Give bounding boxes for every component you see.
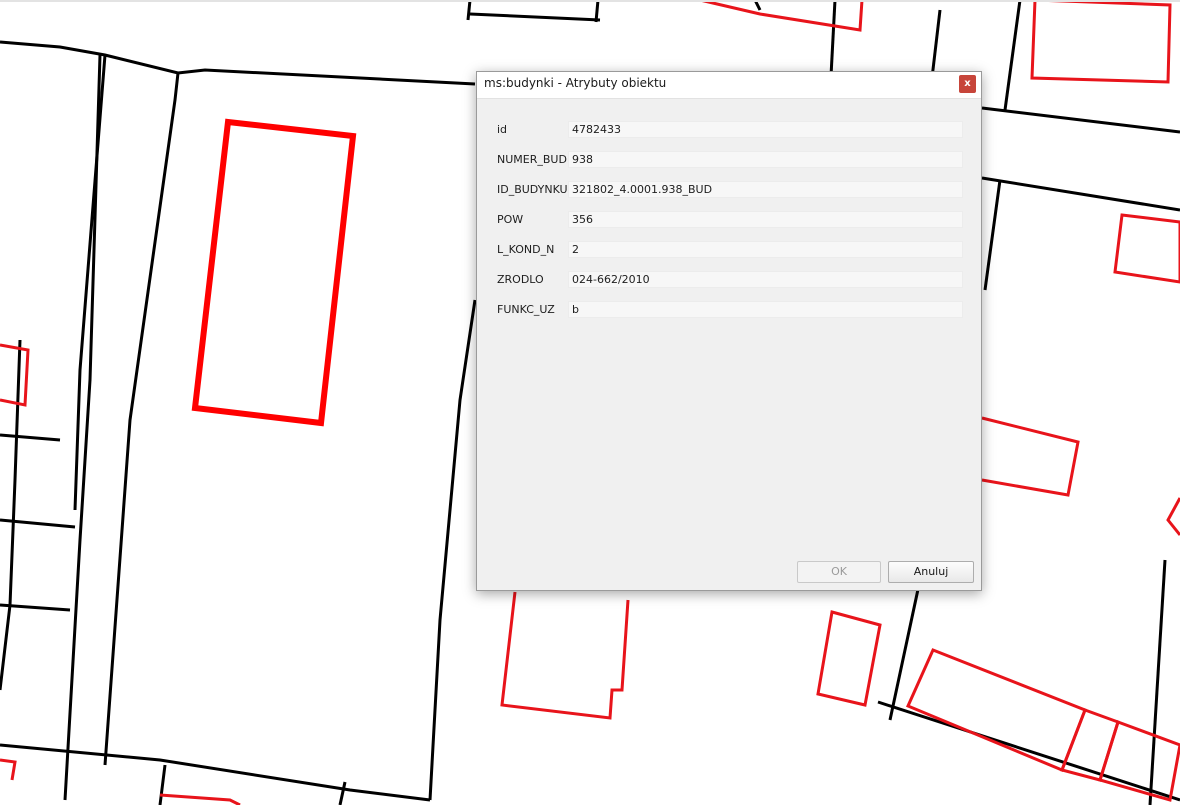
parcel-line: [428, 299, 477, 801]
building-outline: [159, 793, 241, 805]
parcel-line: [338, 781, 347, 805]
attribute-label: POW: [497, 213, 524, 226]
building-outline: [0, 758, 17, 781]
attribute-label: ID_BUDYNKU: [497, 183, 568, 196]
attribute-value-field[interactable]: 024-662/2010: [568, 271, 963, 288]
parcel-line: [888, 579, 922, 721]
attribute-value-field[interactable]: 2: [568, 241, 963, 258]
parcel-line: [0, 433, 61, 442]
attribute-value-field[interactable]: 321802_4.0001.938_BUD: [568, 181, 963, 198]
building-outline: [500, 591, 630, 720]
building-outline: [1030, 0, 1172, 84]
parcel-line: [981, 106, 1180, 134]
parcel-line: [158, 764, 167, 805]
attribute-row-funkc-uz: FUNKC_UZ b: [497, 301, 963, 319]
parcel-line: [1148, 559, 1167, 805]
dialog-titlebar[interactable]: ms:budynki - Atrybuty obiektu x: [477, 72, 981, 99]
ok-button[interactable]: OK: [797, 561, 881, 583]
parcel-line: [877, 700, 1180, 802]
building-outline: [699, 0, 864, 32]
attribute-value-field[interactable]: b: [568, 301, 963, 318]
attribute-value-field[interactable]: 356: [568, 211, 963, 228]
attribute-label: L_KOND_N: [497, 243, 555, 256]
attribute-value-field[interactable]: 4782433: [568, 121, 963, 138]
attribute-row-pow: POW 356: [497, 211, 963, 229]
parcel-line: [0, 339, 22, 691]
attribute-label: NUMER_BUD: [497, 153, 567, 166]
close-icon[interactable]: x: [959, 75, 976, 93]
parcel-line: [981, 176, 1180, 212]
parcel-line: [0, 518, 76, 529]
building-outline: [0, 343, 30, 407]
attribute-row-id: id 4782433: [497, 121, 963, 139]
attribute-row-zrodlo: ZRODLO 024-662/2010: [497, 271, 963, 289]
parcel-line: [103, 72, 180, 766]
building-outline: [981, 416, 1080, 497]
parcel-line: [73, 54, 107, 511]
attribute-row-l-kond-n: L_KOND_N 2: [497, 241, 963, 259]
attribute-label: ZRODLO: [497, 273, 544, 286]
parcel-line: [466, 0, 472, 21]
cancel-button[interactable]: Anuluj: [888, 561, 974, 583]
parcel-line: [1003, 0, 1022, 111]
attribute-row-numer-bud: NUMER_BUD 938: [497, 151, 963, 169]
parcel-line: [0, 40, 476, 86]
dialog-title: ms:budynki - Atrybuty obiektu: [484, 76, 667, 90]
parcel-line: [469, 12, 601, 22]
attribute-row-id-budynku: ID_BUDYNKU 321802_4.0001.938_BUD: [497, 181, 963, 199]
parcel-line: [983, 179, 1002, 291]
attribute-label: FUNKC_UZ: [497, 303, 555, 316]
attribute-dialog: ms:budynki - Atrybuty obiektu x id 47824…: [476, 71, 982, 591]
building-outline: [1113, 213, 1180, 284]
attribute-label: id: [497, 123, 508, 136]
selected-building: [191, 118, 357, 427]
building-outline: [1166, 497, 1180, 536]
parcel-line: [594, 0, 600, 23]
top-separator: [0, 0, 1180, 2]
attribute-value-field[interactable]: 938: [568, 151, 963, 168]
building-outline: [816, 610, 882, 707]
building-outline: [906, 648, 1087, 772]
